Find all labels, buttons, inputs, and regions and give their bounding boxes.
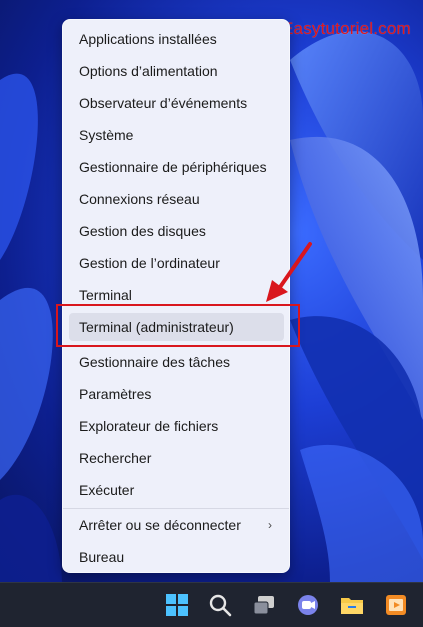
search-icon[interactable] [208, 593, 232, 617]
menu-separator [63, 508, 289, 509]
menu-item-installed-apps[interactable]: Applications installées [69, 25, 284, 53]
menu-item-run[interactable]: Exécuter [69, 476, 284, 504]
menu-item-task-manager[interactable]: Gestionnaire des tâches [69, 348, 284, 376]
menu-item-label: Terminal [79, 287, 132, 303]
menu-item-settings[interactable]: Paramètres [69, 380, 284, 408]
menu-item-label: Exécuter [79, 482, 135, 498]
teams-chat-icon[interactable] [296, 593, 320, 617]
menu-item-label: Gestionnaire de périphériques [79, 159, 267, 175]
menu-item-shutdown-signout[interactable]: Arrêter ou se déconnecter › [69, 511, 284, 539]
menu-item-label: Applications installées [79, 31, 217, 47]
chevron-right-icon: › [268, 518, 272, 532]
menu-item-label: Bureau [79, 549, 125, 565]
menu-item-event-viewer[interactable]: Observateur d’événements [69, 89, 284, 117]
menu-item-device-manager[interactable]: Gestionnaire de périphériques [69, 153, 284, 181]
menu-item-power-options[interactable]: Options d’alimentation [69, 57, 284, 85]
task-view-icon[interactable] [252, 593, 276, 617]
media-player-icon[interactable] [384, 593, 408, 617]
menu-item-label: Rechercher [79, 450, 152, 466]
menu-item-search[interactable]: Rechercher [69, 444, 284, 472]
menu-item-label: Options d’alimentation [79, 63, 218, 79]
menu-item-label: Arrêter ou se déconnecter [79, 517, 241, 533]
menu-item-label: Gestion de l’ordinateur [79, 255, 220, 271]
highlight-rectangle [56, 304, 300, 347]
menu-item-label: Explorateur de fichiers [79, 418, 219, 434]
windows-start-icon[interactable] [165, 593, 189, 617]
menu-item-label: Connexions réseau [79, 191, 200, 207]
menu-item-label: Paramètres [79, 386, 152, 402]
menu-item-label: Gestion des disques [79, 223, 206, 239]
winx-context-menu: Applications installées Options d’alimen… [62, 19, 290, 573]
menu-item-label: Système [79, 127, 134, 143]
menu-item-disk-management[interactable]: Gestion des disques [69, 217, 284, 245]
red-arrow-icon [266, 242, 312, 302]
menu-item-label: Observateur d’événements [79, 95, 248, 111]
menu-item-label: Gestionnaire des tâches [79, 354, 230, 370]
watermark-text: Easytutoriel.com [282, 19, 411, 38]
taskbar [0, 582, 423, 627]
file-explorer-icon[interactable] [340, 593, 364, 617]
menu-item-network-connections[interactable]: Connexions réseau [69, 185, 284, 213]
menu-item-system[interactable]: Système [69, 121, 284, 149]
menu-item-desktop[interactable]: Bureau [69, 543, 284, 571]
menu-item-file-explorer[interactable]: Explorateur de fichiers [69, 412, 284, 440]
menu-item-computer-management[interactable]: Gestion de l’ordinateur [69, 249, 284, 277]
